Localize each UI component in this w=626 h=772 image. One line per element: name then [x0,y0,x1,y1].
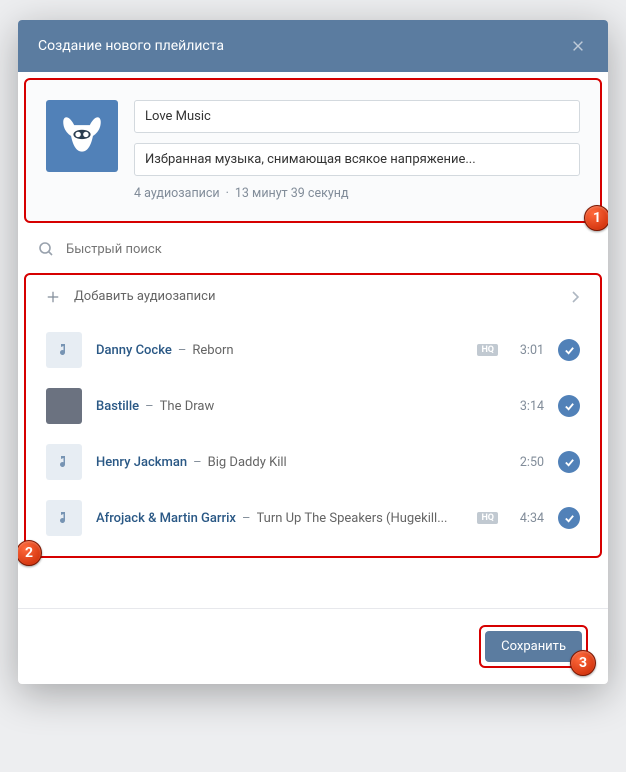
playlist-name-input[interactable] [134,100,580,133]
playlist-stats: 4 аудиозаписи · 13 минут 39 секунд [134,186,580,201]
close-icon [571,39,585,53]
track-thumb [46,444,82,480]
music-note-icon [56,510,72,526]
track-duration: 3:01 [512,343,544,358]
search-row [18,229,608,269]
check-icon [564,345,575,356]
track-row[interactable]: Bastille – The Draw 3:14 [26,378,600,434]
playlist-fields: 4 аудиозаписи · 13 минут 39 секунд [134,100,580,201]
modal-header: Создание нового плейлиста [18,20,608,72]
track-row[interactable]: Danny Cocke – Reborn HQ 3:01 [26,322,600,378]
track-meta: Afrojack & Martin Garrix – Turn Up The S… [96,511,463,526]
playlist-description-input[interactable] [134,143,580,176]
create-playlist-modal: Создание нового плейлиста 4 аудиозаписи … [18,20,608,684]
track-duration: 4:34 [512,511,544,526]
chevron-right-icon [570,290,580,304]
track-list: Danny Cocke – Reborn HQ 3:01 Bastille – … [26,318,600,550]
callout-2: 2 [18,540,42,566]
track-selected-check[interactable] [558,451,580,473]
track-selected-check[interactable] [558,507,580,529]
playlist-info-section: 4 аудиозаписи · 13 минут 39 секунд 1 [24,78,602,223]
track-selected-check[interactable] [558,339,580,361]
track-artist: Danny Cocke [96,343,172,358]
track-row[interactable]: Afrojack & Martin Garrix – Turn Up The S… [26,490,600,546]
save-highlight: Сохранить 3 [479,625,588,668]
track-duration: 3:14 [512,399,544,414]
track-artist: Afrojack & Martin Garrix [96,511,236,526]
plus-icon [46,290,60,304]
playlist-cover[interactable] [46,100,118,172]
hq-badge: HQ [477,344,498,356]
track-thumb [46,388,82,424]
dog-mascot-icon [57,111,107,161]
track-selected-check[interactable] [558,395,580,417]
modal-footer: Сохранить 3 [18,608,608,684]
track-thumb [46,332,82,368]
callout-3: 3 [570,650,596,676]
music-note-icon [56,454,72,470]
track-artist: Henry Jackman [96,455,187,470]
check-icon [564,457,575,468]
check-icon [564,401,575,412]
track-meta: Danny Cocke – Reborn [96,343,463,358]
track-artist: Bastille [96,399,139,414]
track-title: Reborn [192,343,233,358]
track-meta: Bastille – The Draw [96,399,498,414]
total-duration: 13 минут 39 секунд [235,186,349,201]
hq-badge: HQ [477,512,498,524]
check-icon [564,513,575,524]
track-thumb [46,500,82,536]
tracks-section: Добавить аудиозаписи Danny Cocke – Rebor… [24,273,602,558]
modal-title: Создание нового плейлиста [38,38,224,54]
callout-1: 1 [584,205,608,231]
track-duration: 2:50 [512,455,544,470]
track-title: Turn Up The Speakers (Hugekill... [257,511,448,526]
track-count: 4 аудиозаписи [134,186,220,201]
add-tracks-button[interactable]: Добавить аудиозаписи [26,275,600,318]
music-note-icon [56,342,72,358]
save-button[interactable]: Сохранить [485,631,582,662]
add-tracks-label: Добавить аудиозаписи [74,289,556,304]
search-input[interactable] [66,242,588,257]
close-button[interactable] [568,36,588,56]
search-icon [38,241,54,257]
track-meta: Henry Jackman – Big Daddy Kill [96,455,498,470]
track-title: The Draw [160,399,215,414]
track-row[interactable]: Henry Jackman – Big Daddy Kill 2:50 [26,434,600,490]
track-title: Big Daddy Kill [208,455,287,470]
